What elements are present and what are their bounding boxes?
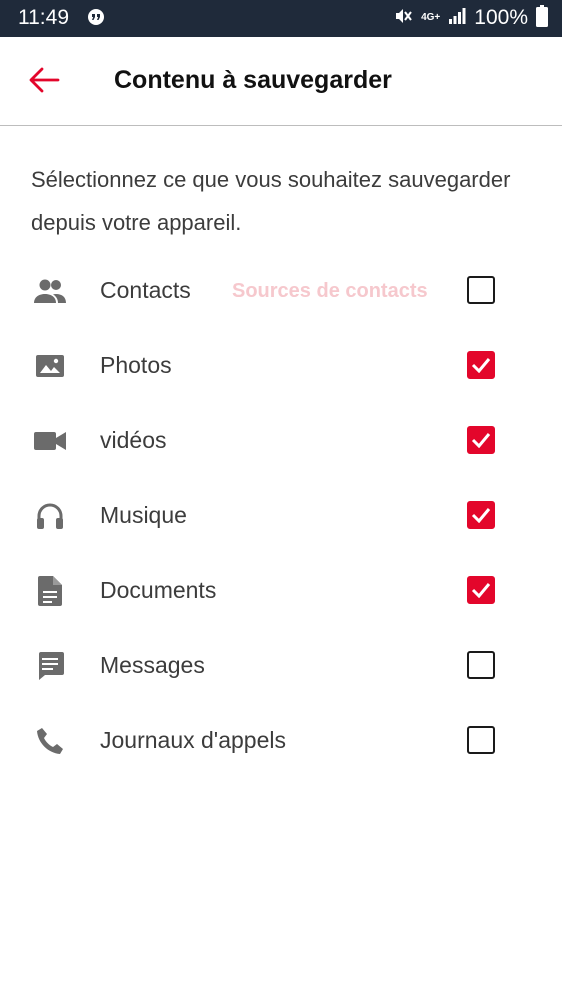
battery-icon — [536, 4, 548, 32]
list-item-music[interactable]: Musique — [0, 477, 562, 552]
headphones-icon — [33, 499, 67, 533]
status-time: 11:49 — [18, 6, 69, 29]
signal-icon — [448, 7, 466, 30]
list-item-messages[interactable]: Messages — [0, 627, 562, 702]
list-item-label: Contacts — [100, 277, 191, 303]
list-item-label: Journaux d'appels — [100, 727, 286, 753]
videos-checkbox[interactable] — [467, 426, 495, 454]
network-type-label: 4G+ — [421, 12, 441, 23]
phone-icon — [33, 724, 67, 758]
intro-text: Sélectionnez ce que vous souhaitez sauve… — [31, 167, 511, 235]
list-item-label: Photos — [100, 352, 172, 378]
contacts-icon — [33, 274, 67, 308]
list-item-label: Documents — [100, 577, 217, 603]
message-icon — [33, 649, 67, 683]
documents-checkbox[interactable] — [467, 576, 495, 604]
status-bar: 11:49 4G+ 100% — [0, 0, 562, 37]
check-icon — [471, 583, 491, 598]
list-item-videos[interactable]: vidéos — [0, 402, 562, 477]
list-item-documents[interactable]: Documents — [0, 552, 562, 627]
arrow-back-icon — [28, 66, 60, 99]
mute-icon — [393, 6, 413, 31]
call-logs-checkbox[interactable] — [467, 726, 495, 754]
contacts-checkbox[interactable] — [467, 276, 495, 304]
contact-sources-link[interactable]: Sources de contacts — [232, 280, 428, 303]
page-title: Contenu à sauvegarder — [114, 66, 392, 94]
music-checkbox[interactable] — [467, 501, 495, 529]
check-icon — [471, 358, 491, 373]
photo-icon — [33, 349, 67, 383]
document-icon — [33, 574, 67, 608]
video-camera-icon — [33, 424, 67, 458]
list-item-label: vidéos — [100, 427, 167, 453]
photos-checkbox[interactable] — [467, 351, 495, 379]
chat-notification-icon — [86, 8, 106, 28]
list-item-photos[interactable]: Photos — [0, 327, 562, 402]
battery-percent: 100% — [474, 6, 528, 29]
list-item-label: Musique — [100, 502, 187, 528]
content-list: Contacts Sources de contacts Photos vidé… — [0, 252, 562, 777]
list-item-call-logs[interactable]: Journaux d'appels — [0, 702, 562, 777]
check-icon — [471, 433, 491, 448]
list-item-label: Messages — [100, 652, 205, 678]
app-bar: Contenu à sauvegarder — [0, 37, 562, 126]
back-button[interactable] — [22, 60, 66, 104]
list-item-contacts[interactable]: Contacts Sources de contacts — [0, 252, 562, 327]
check-icon — [471, 508, 491, 523]
messages-checkbox[interactable] — [467, 651, 495, 679]
